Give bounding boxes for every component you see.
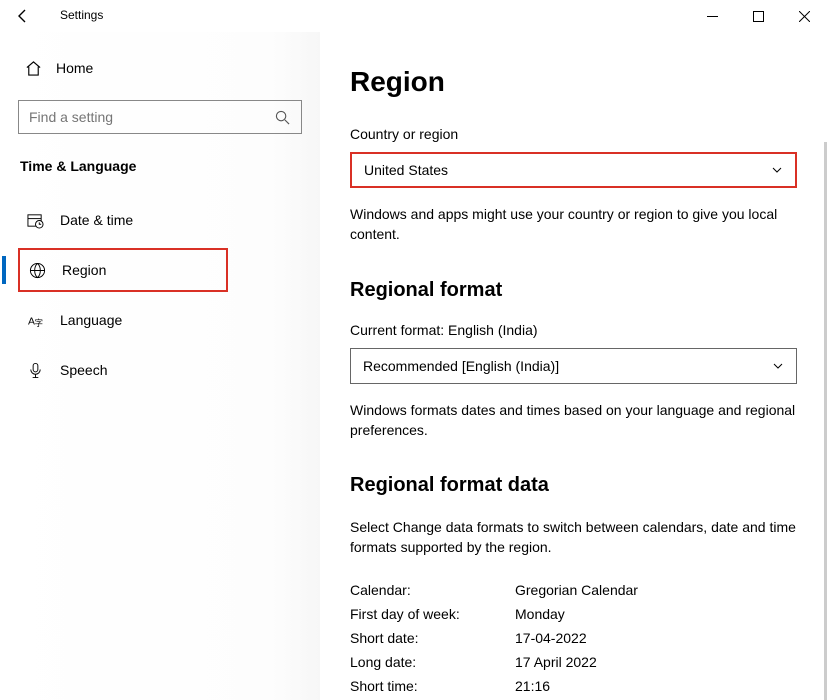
format-select[interactable]: Recommended [English (India)] xyxy=(350,348,797,384)
current-format-label: Current format: English (India) xyxy=(350,322,797,338)
home-icon xyxy=(24,59,42,77)
regional-format-heading: Regional format xyxy=(350,279,797,302)
close-icon xyxy=(799,11,810,22)
country-label: Country or region xyxy=(350,126,797,142)
maximize-button[interactable] xyxy=(735,0,781,32)
regional-data-heading: Regional format data xyxy=(350,474,797,497)
country-value: United States xyxy=(364,162,448,178)
app-title: Settings xyxy=(60,8,103,22)
row-firstday: First day of week:Monday xyxy=(350,606,797,622)
minimize-button[interactable] xyxy=(689,0,735,32)
home-label: Home xyxy=(56,60,93,76)
row-key: Short time: xyxy=(350,678,515,694)
maximize-icon xyxy=(753,11,764,22)
row-key: Long date: xyxy=(350,654,515,670)
language-icon: A字 xyxy=(26,311,44,329)
row-value: Gregorian Calendar xyxy=(515,582,638,598)
home-nav[interactable]: Home xyxy=(18,50,302,86)
chevron-down-icon xyxy=(772,360,784,372)
main-content: Region Country or region United States W… xyxy=(320,32,827,700)
chevron-down-icon xyxy=(771,164,783,176)
row-calendar: Calendar:Gregorian Calendar xyxy=(350,582,797,598)
search-input[interactable] xyxy=(29,109,273,125)
sidebar-item-region[interactable]: Region xyxy=(18,248,228,292)
microphone-icon xyxy=(26,361,44,379)
row-key: Calendar: xyxy=(350,582,515,598)
regional-data-helper: Select Change data formats to switch bet… xyxy=(350,517,797,558)
row-value: Monday xyxy=(515,606,565,622)
row-shorttime: Short time:21:16 xyxy=(350,678,797,694)
row-shortdate: Short date:17-04-2022 xyxy=(350,630,797,646)
format-helper: Windows formats dates and times based on… xyxy=(350,400,797,441)
row-longdate: Long date:17 April 2022 xyxy=(350,654,797,670)
minimize-icon xyxy=(707,11,718,22)
country-select[interactable]: United States xyxy=(350,152,797,188)
sidebar-item-date-time[interactable]: Date & time xyxy=(18,198,302,242)
section-title: Time & Language xyxy=(18,158,302,174)
sidebar-item-language[interactable]: A字 Language xyxy=(18,298,302,342)
arrow-left-icon xyxy=(15,8,31,24)
row-key: Short date: xyxy=(350,630,515,646)
row-value: 21:16 xyxy=(515,678,550,694)
sidebar-item-label: Region xyxy=(62,262,106,278)
sidebar-item-label: Speech xyxy=(60,362,107,378)
country-helper: Windows and apps might use your country … xyxy=(350,204,797,245)
calendar-clock-icon xyxy=(26,211,44,229)
row-value: 17 April 2022 xyxy=(515,654,597,670)
sidebar-item-label: Date & time xyxy=(60,212,133,228)
globe-icon xyxy=(28,261,46,279)
titlebar: Settings xyxy=(0,0,827,32)
search-icon xyxy=(273,108,291,126)
format-value: Recommended [English (India)] xyxy=(363,358,559,374)
back-button[interactable] xyxy=(14,7,32,25)
search-box[interactable] xyxy=(18,100,302,134)
sidebar: Home Time & Language Date & time Reg xyxy=(0,32,320,700)
row-key: First day of week: xyxy=(350,606,515,622)
sidebar-item-speech[interactable]: Speech xyxy=(18,348,302,392)
svg-text:字: 字 xyxy=(34,318,43,328)
close-button[interactable] xyxy=(781,0,827,32)
sidebar-item-label: Language xyxy=(60,312,122,328)
page-title: Region xyxy=(350,66,797,98)
row-value: 17-04-2022 xyxy=(515,630,587,646)
